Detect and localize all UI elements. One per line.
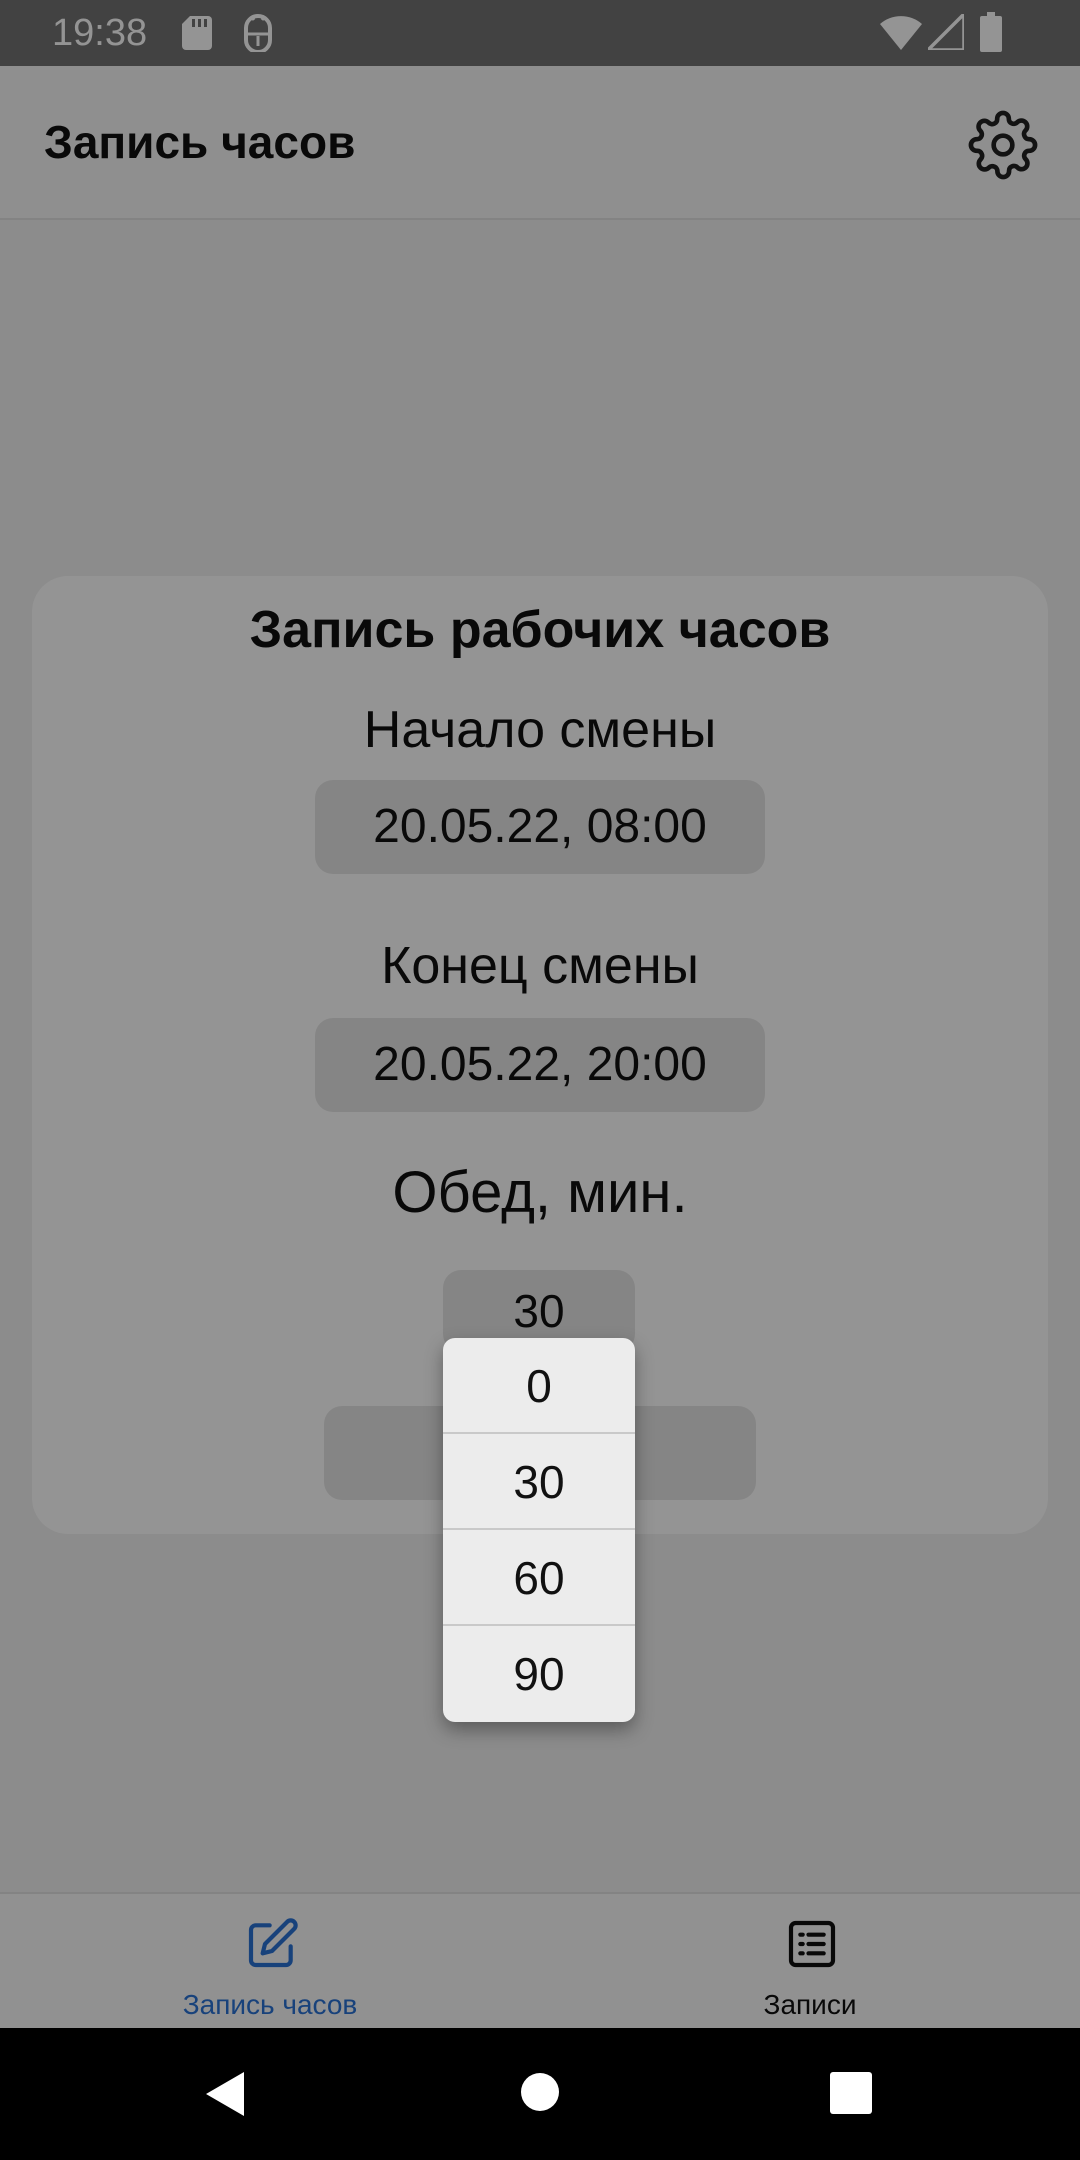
- recents-icon[interactable]: [830, 2072, 872, 2114]
- modal-scrim[interactable]: [0, 0, 1080, 2028]
- back-icon[interactable]: [204, 2070, 246, 2118]
- dropdown-option[interactable]: 60: [443, 1530, 635, 1626]
- system-navigation-bar: [0, 2028, 1080, 2160]
- dropdown-option[interactable]: 90: [443, 1626, 635, 1722]
- screen: 19:38 Запись часов Запись рабочих часов …: [0, 0, 1080, 2160]
- dropdown-option[interactable]: 0: [443, 1338, 635, 1434]
- dropdown-option[interactable]: 30: [443, 1434, 635, 1530]
- home-icon[interactable]: [520, 2072, 560, 2112]
- lunch-minutes-dropdown: 0 30 60 90: [443, 1338, 635, 1722]
